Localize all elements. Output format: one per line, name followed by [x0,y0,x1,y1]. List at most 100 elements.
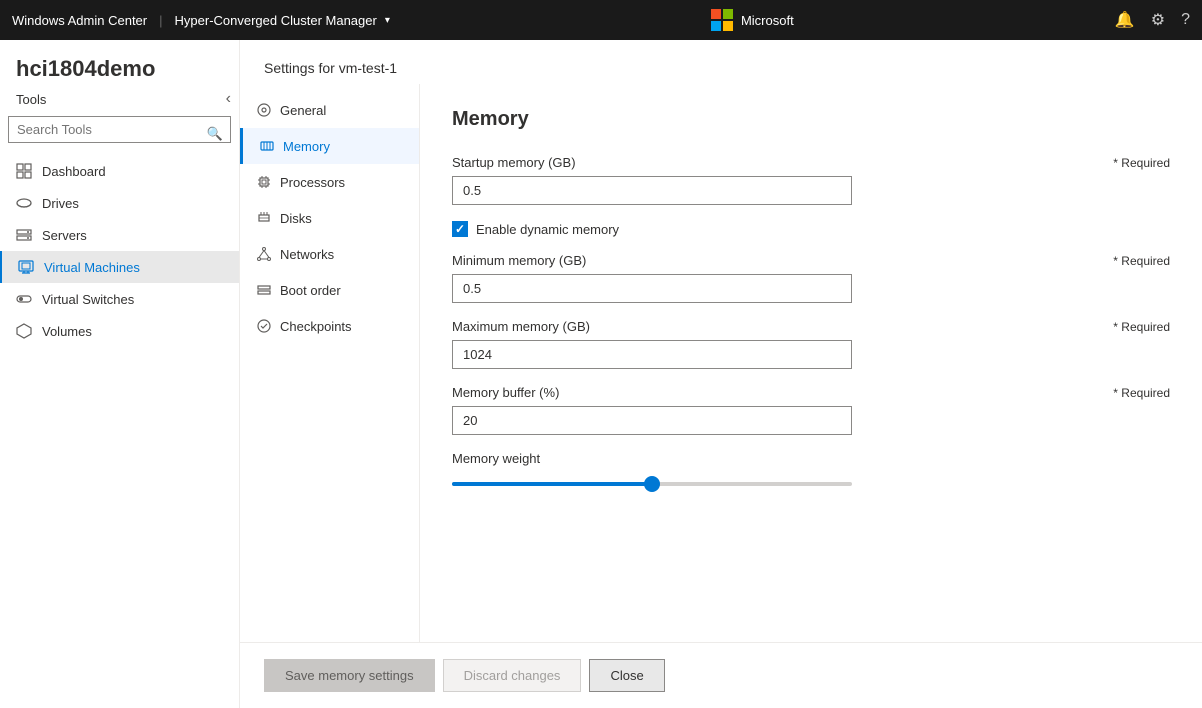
microsoft-label: Microsoft [741,13,794,28]
discard-changes-button[interactable]: Discard changes [443,659,582,692]
memory-buffer-row: Memory buffer (%) * Required [452,385,1170,435]
memory-form-title: Memory [452,108,1170,131]
virtual-machines-label: Virtual Machines [44,260,140,275]
startup-memory-input[interactable] [452,176,852,205]
dashboard-label: Dashboard [42,164,106,179]
sidebar-title: hci1804demo [0,40,239,90]
minimum-memory-input[interactable] [452,274,852,303]
startup-memory-required: * Required [1113,156,1170,170]
general-icon [256,102,272,118]
sidebar-navigation: Dashboard Drives Servers Virtual Machine… [0,155,239,708]
topbar-left: Windows Admin Center | Hyper-Converged C… [12,13,390,28]
maximum-memory-label: Maximum memory (GB) [452,319,590,334]
memory-weight-label: Memory weight [452,451,540,466]
virtual-machines-icon [18,259,34,275]
boot-order-icon [256,282,272,298]
microsoft-logo: Microsoft [711,9,794,31]
maximum-memory-required: * Required [1113,320,1170,334]
slider-thumb[interactable] [644,476,660,492]
settings-nav-boot-order[interactable]: Boot order [240,272,419,308]
settings-nav-general-label: General [280,103,326,118]
sidebar-item-servers[interactable]: Servers [0,219,239,251]
topbar-cluster-name[interactable]: Hyper-Converged Cluster Manager [175,13,377,28]
drives-icon [16,195,32,211]
settings-title: Settings for vm-test-1 [264,60,397,76]
settings-nav-general[interactable]: General [240,92,419,128]
sidebar-item-virtual-switches[interactable]: Virtual Switches [0,283,239,315]
settings-nav-disks-label: Disks [280,211,312,226]
sidebar-item-volumes[interactable]: Volumes [0,315,239,347]
sidebar-item-dashboard[interactable]: Dashboard [0,155,239,187]
maximum-memory-input[interactable] [452,340,852,369]
processors-icon [256,174,272,190]
minimum-memory-label: Minimum memory (GB) [452,253,586,268]
settings-icon[interactable]: ⚙ [1151,10,1165,30]
servers-label: Servers [42,228,87,243]
memory-buffer-required: * Required [1113,386,1170,400]
sidebar-item-drives[interactable]: Drives [0,187,239,219]
settings-footer: Save memory settings Discard changes Clo… [240,642,1202,708]
memory-buffer-input[interactable] [452,406,852,435]
sidebar: hci1804demo Tools ‹ 🔍 Dashboard Drives [0,40,240,708]
ms-square-blue [711,21,721,31]
startup-memory-label: Startup memory (GB) [452,155,576,170]
settings-nav-memory-label: Memory [283,139,330,154]
settings-nav-processors-label: Processors [280,175,345,190]
startup-memory-label-row: Startup memory (GB) * Required [452,155,1170,170]
volumes-icon [16,323,32,339]
settings-nav-checkpoints-label: Checkpoints [280,319,352,334]
ms-logo-grid [711,9,733,31]
topbar: Windows Admin Center | Hyper-Converged C… [0,0,1202,40]
settings-nav-disks[interactable]: Disks [240,200,419,236]
memory-buffer-label: Memory buffer (%) [452,385,559,400]
settings-nav-networks-label: Networks [280,247,334,262]
memory-buffer-label-row: Memory buffer (%) * Required [452,385,1170,400]
settings-nav-checkpoints[interactable]: Checkpoints [240,308,419,344]
close-button[interactable]: Close [589,659,664,692]
settings-nav-processors[interactable]: Processors [240,164,419,200]
volumes-label: Volumes [42,324,92,339]
servers-icon [16,227,32,243]
memory-weight-slider-container [452,482,852,486]
memory-weight-label-row: Memory weight [452,451,1170,466]
notification-icon[interactable]: 🔔 [1115,10,1135,30]
settings-nav-memory[interactable]: Memory [240,128,419,164]
networks-icon [256,246,272,262]
memory-icon [259,138,275,154]
minimum-memory-required: * Required [1113,254,1170,268]
sidebar-search-container: 🔍 [0,112,239,155]
enable-dynamic-memory-label[interactable]: Enable dynamic memory [476,222,619,237]
topbar-separator: | [159,13,162,28]
slider-track [452,482,852,486]
topbar-app-name: Windows Admin Center [12,13,147,28]
main-content: Settings for vm-test-1 General [240,40,1202,708]
help-icon[interactable]: ? [1181,11,1190,29]
virtual-switches-label: Virtual Switches [42,292,134,307]
startup-memory-row: Startup memory (GB) * Required [452,155,1170,205]
disks-icon [256,210,272,226]
ms-square-green [723,9,733,19]
settings-nav-boot-order-label: Boot order [280,283,341,298]
sidebar-item-virtual-machines[interactable]: Virtual Machines [0,251,239,283]
settings-header: Settings for vm-test-1 [240,40,1202,84]
collapse-sidebar-button[interactable]: ‹ [226,90,231,108]
save-memory-settings-button[interactable]: Save memory settings [264,659,435,692]
checkbox-check-icon: ✓ [455,222,465,236]
settings-panel: Settings for vm-test-1 General [240,40,1202,708]
checkpoints-icon [256,318,272,334]
maximum-memory-label-row: Maximum memory (GB) * Required [452,319,1170,334]
settings-nav-networks[interactable]: Networks [240,236,419,272]
minimum-memory-row: Minimum memory (GB) * Required [452,253,1170,303]
tools-label: Tools [16,92,46,107]
enable-dynamic-memory-row: ✓ Enable dynamic memory [452,221,1170,237]
enable-dynamic-memory-checkbox[interactable]: ✓ [452,221,468,237]
search-icon: 🔍 [207,126,223,142]
dashboard-icon [16,163,32,179]
drives-label: Drives [42,196,79,211]
ms-square-yellow [723,21,733,31]
search-input[interactable] [8,116,231,143]
settings-body: General Memory Processors [240,84,1202,642]
slider-fill [452,482,652,486]
minimum-memory-label-row: Minimum memory (GB) * Required [452,253,1170,268]
memory-weight-row: Memory weight [452,451,1170,486]
